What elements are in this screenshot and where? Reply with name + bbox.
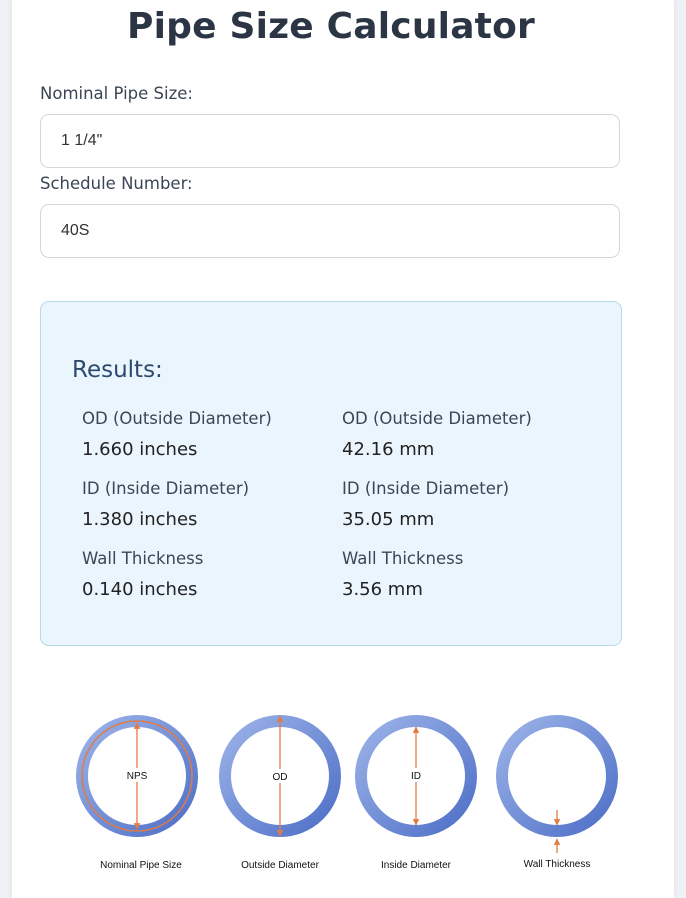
wall-caption: Wall Thickness [524, 859, 591, 870]
od-inches-label: OD (Outside Diameter) [82, 409, 272, 428]
id-ring-label: ID [411, 771, 421, 782]
page-title: Pipe Size Calculator [127, 6, 535, 47]
nps-diagram: NPS Nominal Pipe Size [76, 715, 198, 871]
wall-mm-value: 3.56 mm [342, 579, 423, 600]
nps-caption: Nominal Pipe Size [100, 860, 182, 871]
nps-input[interactable] [40, 114, 620, 168]
wall-mm-label: Wall Thickness [342, 549, 464, 568]
od-mm-label: OD (Outside Diameter) [342, 409, 532, 428]
wall-inches-value: 0.140 inches [82, 579, 198, 600]
id-inches-label: ID (Inside Diameter) [82, 479, 250, 498]
od-ring-label: OD [273, 772, 288, 783]
id-diagram: ID Inside Diameter [355, 715, 477, 871]
id-mm-value: 35.05 mm [342, 509, 435, 530]
nps-label: Nominal Pipe Size: [40, 84, 193, 103]
id-caption: Inside Diameter [381, 860, 452, 871]
results-panel: Results: OD (Outside Diameter) 1.660 inc… [40, 301, 622, 646]
od-caption: Outside Diameter [241, 860, 319, 871]
schedule-label: Schedule Number: [40, 174, 193, 193]
pipe-diagram: NPS Nominal Pipe Size OD Outside Diamete… [76, 715, 618, 871]
schedule-input[interactable] [40, 204, 620, 258]
id-inches-value: 1.380 inches [82, 509, 198, 530]
nps-ring-label: NPS [127, 771, 148, 782]
od-inches-value: 1.660 inches [82, 439, 198, 460]
wall-diagram: Wall Thickness [496, 715, 618, 870]
wall-inches-label: Wall Thickness [82, 549, 204, 568]
results-heading: Results: [72, 357, 163, 383]
od-mm-value: 42.16 mm [342, 439, 435, 460]
od-diagram: OD Outside Diameter [219, 715, 341, 871]
id-mm-label: ID (Inside Diameter) [342, 479, 510, 498]
